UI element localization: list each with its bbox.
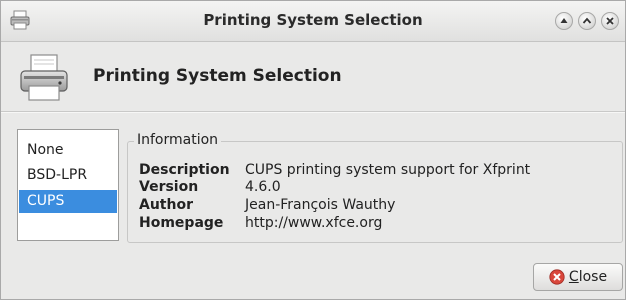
- list-item[interactable]: BSD-LPR: [19, 164, 117, 187]
- info-value: 4.6.0: [245, 179, 281, 195]
- info-key: Version: [139, 179, 199, 195]
- title-bar[interactable]: Printing System Selection: [1, 1, 625, 42]
- printer-icon: [18, 52, 70, 104]
- info-value: http://www.xfce.org: [245, 215, 383, 231]
- dialog-window: Printing System Selection Printing Syste…: [0, 0, 626, 300]
- window-title: Printing System Selection: [203, 11, 423, 29]
- info-key: Description: [139, 162, 230, 178]
- maximize-button[interactable]: [578, 12, 596, 30]
- close-button[interactable]: Close: [533, 263, 623, 291]
- window-close-button[interactable]: [601, 12, 619, 30]
- chevron-up-icon: [582, 17, 592, 24]
- close-icon: [606, 17, 614, 25]
- close-circle-icon: [549, 269, 565, 285]
- printing-system-list[interactable]: None BSD-LPR CUPS: [17, 129, 119, 241]
- list-item[interactable]: CUPS: [19, 190, 117, 213]
- info-key: Homepage: [139, 215, 224, 231]
- info-key: Author: [139, 197, 193, 213]
- page-title: Printing System Selection: [93, 66, 342, 86]
- info-value: CUPS printing system support for Xfprint: [245, 162, 531, 178]
- list-item[interactable]: None: [19, 139, 117, 162]
- dialog-header: Printing System Selection: [1, 42, 625, 110]
- info-value: Jean-François Wauthy: [245, 197, 396, 213]
- shade-button[interactable]: [555, 12, 573, 30]
- arrow-up-icon: [560, 18, 568, 23]
- frame-legend: Information: [134, 132, 222, 148]
- close-button-label: Close: [568, 269, 608, 285]
- divider-highlight: [1, 112, 625, 113]
